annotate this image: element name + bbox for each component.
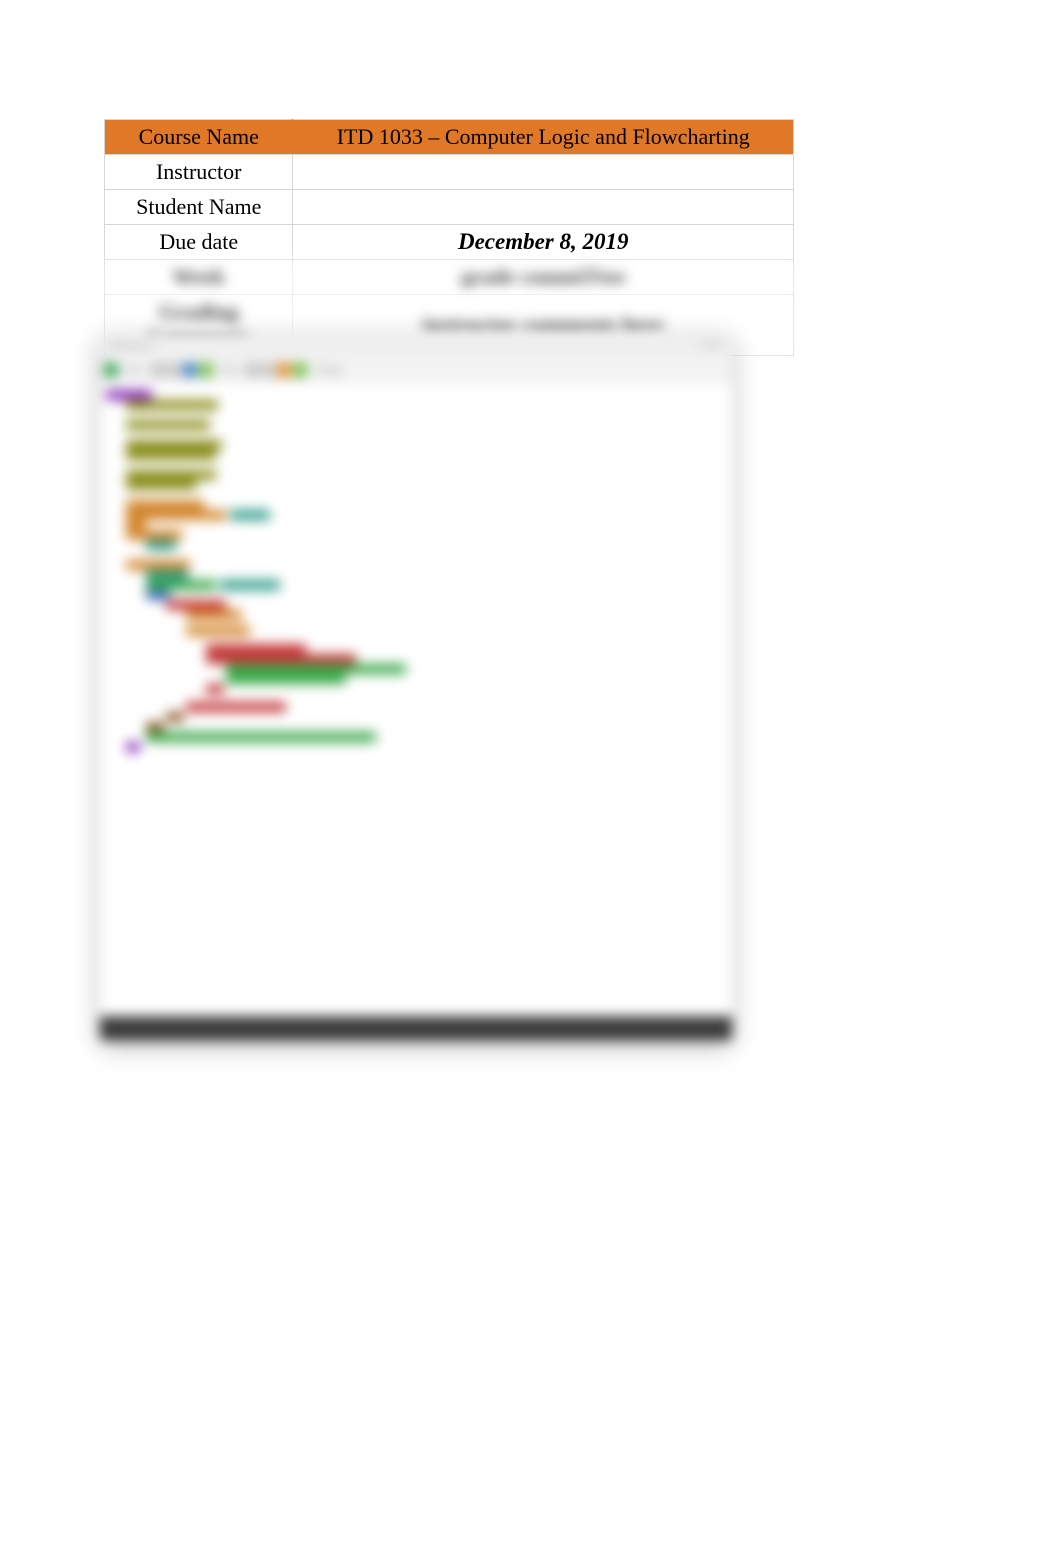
toolbar-icon (199, 363, 213, 377)
toolbar-icon (245, 363, 259, 377)
ide-screenshot: main.java × 1 of 1 Run Edit Debug (100, 334, 732, 1040)
toolbar-icon (167, 363, 181, 377)
info-row-week: Week grade commiTtee (105, 260, 794, 295)
toolbar-icon (277, 363, 291, 377)
toolbar-icon (183, 363, 197, 377)
toolbar-text: Debug (309, 365, 348, 376)
info-row-student: Student Name (105, 190, 794, 225)
info-row-course: Course Name ITD 1033 – Computer Logic an… (105, 120, 794, 155)
course-info-table: Course Name ITD 1033 – Computer Logic an… (104, 119, 794, 356)
toolbar-text: Run (120, 365, 149, 376)
run-icon (104, 363, 118, 377)
ide-toolbar: Run Edit Debug (100, 356, 732, 384)
code-editor (100, 384, 732, 1016)
info-value: December 8, 2019 (293, 225, 794, 260)
info-label: Week (105, 260, 293, 295)
info-row-instructor: Instructor (105, 155, 794, 190)
toolbar-icon (293, 363, 307, 377)
ide-tab-bar: main.java × 1 of 1 (100, 334, 732, 356)
info-value (293, 155, 794, 190)
ide-status-bar (100, 1016, 732, 1040)
info-label: Course Name (105, 120, 293, 155)
info-label: Due date (105, 225, 293, 260)
toolbar-icon (261, 363, 275, 377)
info-value: grade commiTtee (293, 260, 794, 295)
info-value (293, 190, 794, 225)
info-value: ITD 1033 – Computer Logic and Flowcharti… (293, 120, 794, 155)
ide-page-count: 1 of 1 (698, 339, 724, 351)
info-label: Student Name (105, 190, 293, 225)
toolbar-icon (151, 363, 165, 377)
info-row-due-date: Due date December 8, 2019 (105, 225, 794, 260)
ide-tab-title: main.java × (108, 339, 160, 351)
toolbar-text: Edit (215, 365, 244, 376)
info-label: Instructor (105, 155, 293, 190)
